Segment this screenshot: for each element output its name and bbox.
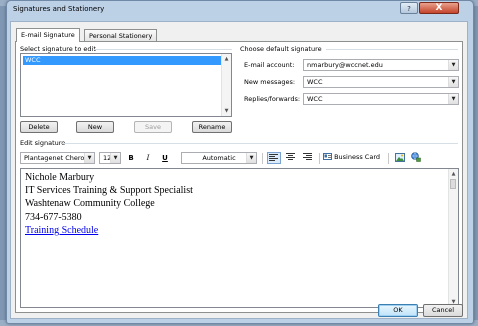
cancel-button[interactable]: Cancel [423, 304, 463, 317]
tab-email-signature-label: E-mail Signature [21, 31, 75, 39]
bold-button[interactable]: B [125, 153, 137, 164]
signature-name: Nichole Marbury [25, 172, 95, 183]
chevron-down-icon: ▼ [246, 153, 256, 163]
toolbar-separator [262, 153, 263, 164]
font-color-select[interactable]: Automatic ▼ [181, 152, 257, 164]
business-card-label: Business Card [334, 153, 381, 161]
new-messages-select[interactable]: WCC ▼ [303, 76, 459, 88]
signature-list[interactable]: WCC ▲ ▼ [20, 53, 232, 117]
new-messages-label: New messages: [244, 78, 296, 86]
insert-picture-button[interactable] [393, 152, 406, 163]
email-account-select[interactable]: nmarbury@wccnet.edu ▼ [303, 59, 459, 71]
ok-button[interactable]: OK [378, 304, 418, 317]
help-button[interactable]: ? [400, 2, 418, 14]
replies-forwards-label: Replies/forwards: [244, 95, 301, 103]
business-card-button[interactable]: Business Card [323, 152, 385, 163]
chevron-down-icon: ▼ [110, 153, 120, 163]
business-card-icon [323, 153, 332, 160]
underline-button[interactable]: U [159, 153, 171, 164]
align-right-button[interactable] [301, 152, 315, 163]
signatures-dialog: Signatures and Stationery ? X E-mail Sig… [6, 0, 474, 324]
default-signature-label: Choose default signature [240, 45, 322, 53]
chevron-down-icon: ▼ [448, 94, 458, 104]
edit-signature-label: Edit signature [20, 139, 66, 147]
window-title: Signatures and Stationery [13, 5, 105, 13]
close-button[interactable]: X [419, 2, 459, 14]
email-account-value: nmarbury@wccnet.edu [307, 61, 383, 69]
toolbar-separator [388, 153, 389, 164]
help-icon: ? [407, 5, 411, 13]
font-size-select[interactable]: 12 ▼ [99, 152, 121, 164]
italic-button[interactable]: I [142, 153, 154, 164]
save-button[interactable]: Save [134, 121, 172, 133]
divider [326, 49, 458, 50]
tab-email-signature[interactable]: E-mail Signature [16, 28, 80, 42]
insert-hyperlink-button[interactable] [409, 152, 422, 163]
title-bar: Signatures and Stationery ? X [7, 1, 473, 17]
close-icon: X [435, 3, 443, 13]
signature-organization: Washtenaw Community College [25, 198, 155, 209]
align-center-icon [286, 153, 295, 160]
signature-editor[interactable]: Nichole Marbury IT Services Training & S… [20, 168, 459, 308]
divider [94, 49, 232, 50]
picture-icon [394, 153, 405, 162]
align-left-button[interactable] [267, 152, 281, 164]
scroll-down-icon[interactable]: ▼ [222, 107, 231, 115]
new-messages-value: WCC [307, 78, 323, 86]
scroll-up-icon[interactable]: ▲ [449, 170, 458, 178]
signature-list-scrollbar[interactable]: ▲ ▼ [221, 54, 231, 116]
email-signature-panel: Select signature to edit WCC ▲ ▼ Delete … [15, 41, 463, 313]
chevron-down-icon: ▼ [448, 77, 458, 87]
select-signature-label: Select signature to edit [20, 45, 96, 53]
align-right-icon [303, 153, 312, 160]
signature-list-item[interactable]: WCC [23, 56, 221, 65]
chevron-down-icon: ▼ [84, 153, 94, 163]
font-color-value: Automatic [202, 154, 236, 162]
chevron-down-icon: ▼ [448, 60, 458, 70]
toolbar-separator [319, 153, 320, 164]
rename-button[interactable]: Rename [192, 121, 232, 133]
signature-phone: 734-677-5380 [25, 212, 82, 223]
align-left-icon [269, 154, 278, 161]
dialog-body: E-mail Signature Personal Stationery Sel… [10, 21, 468, 319]
scrollbar-thumb[interactable] [450, 179, 456, 189]
align-center-button[interactable] [284, 152, 298, 163]
email-account-label: E-mail account: [244, 61, 295, 69]
editor-scrollbar[interactable]: ▲ ▼ [448, 169, 458, 307]
scroll-up-icon[interactable]: ▲ [222, 55, 231, 63]
signature-title: IT Services Training & Support Specialis… [25, 185, 193, 196]
divider [62, 143, 458, 144]
tab-personal-stationery[interactable]: Personal Stationery [84, 29, 158, 41]
hyperlink-icon [410, 152, 421, 162]
font-select[interactable]: Plantagenet Cherol ▼ [20, 152, 95, 164]
delete-button[interactable]: Delete [20, 121, 58, 133]
replies-forwards-select[interactable]: WCC ▼ [303, 93, 459, 105]
new-button[interactable]: New [76, 121, 114, 133]
font-value: Plantagenet Cherol [24, 154, 87, 162]
replies-forwards-value: WCC [307, 95, 323, 103]
training-schedule-link[interactable]: Training Schedule [25, 225, 98, 236]
tab-personal-stationery-label: Personal Stationery [89, 32, 153, 40]
